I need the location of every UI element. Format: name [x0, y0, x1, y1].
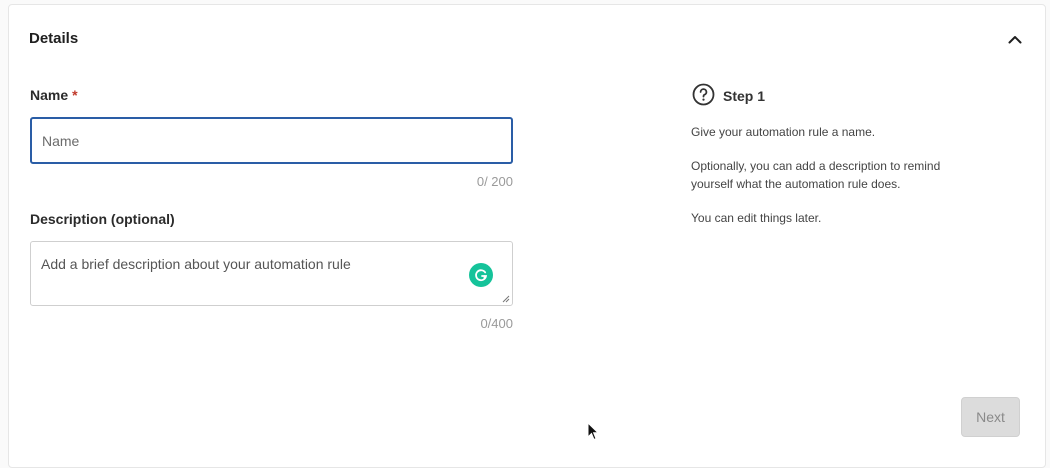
details-panel: Details Name* 0/ 200 Description (option…	[8, 4, 1046, 468]
description-input[interactable]	[31, 242, 512, 305]
grammarly-icon	[475, 269, 488, 282]
required-indicator: *	[72, 87, 78, 103]
help-text-line: yourself what the automation rule does.	[691, 177, 901, 191]
description-label: Description (optional)	[30, 211, 175, 227]
help-text-line: Give your automation rule a name.	[691, 125, 876, 139]
help-text-line: Optionally, you can add a description to…	[691, 159, 941, 173]
name-char-counter: 0/ 200	[476, 174, 513, 189]
name-label: Name *	[30, 87, 78, 103]
help-text-line: You can edit things later.	[691, 211, 822, 225]
description-char-counter: 0/400	[480, 316, 513, 331]
name-label-text: Name	[30, 87, 69, 103]
collapse-button[interactable]	[1003, 27, 1027, 51]
question-circle-icon	[692, 83, 715, 106]
grammarly-button[interactable]	[469, 263, 493, 287]
chevron-up-icon	[1008, 35, 1022, 43]
next-button[interactable]: Next	[961, 397, 1020, 437]
step-title: Step 1	[723, 88, 766, 104]
resize-handle-icon[interactable]	[501, 294, 510, 303]
section-title: Details	[29, 30, 79, 47]
name-input[interactable]	[30, 117, 513, 164]
description-field	[30, 241, 513, 306]
